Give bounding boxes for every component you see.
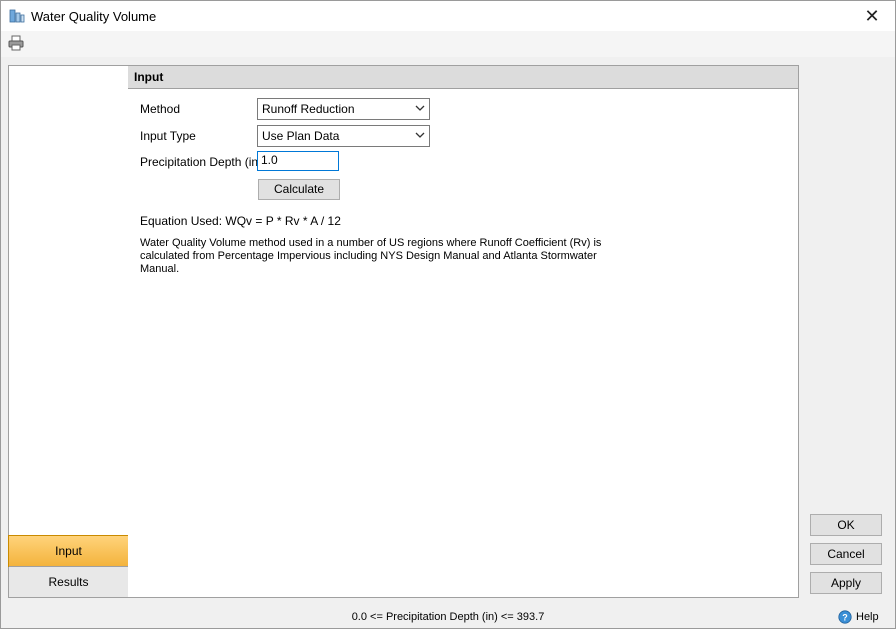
method-dropdown[interactable]: Runoff Reduction bbox=[257, 98, 430, 120]
precipitation-depth-input[interactable] bbox=[258, 152, 335, 168]
toolbar bbox=[1, 31, 895, 57]
method-value: Runoff Reduction bbox=[262, 102, 355, 116]
panel-title: Input bbox=[134, 70, 164, 84]
sidebar: Input Results bbox=[8, 65, 129, 598]
input-type-label: Input Type bbox=[140, 129, 196, 143]
cancel-button[interactable]: Cancel bbox=[810, 543, 882, 565]
method-description: Water Quality Volume method used in a nu… bbox=[140, 237, 602, 275]
input-type-value: Use Plan Data bbox=[262, 129, 340, 143]
panel-header: Input bbox=[128, 66, 798, 89]
input-panel: Input Method Runoff Reduction Input Type… bbox=[128, 65, 799, 598]
method-label: Method bbox=[140, 102, 181, 116]
calculate-button[interactable]: Calculate bbox=[258, 179, 340, 200]
sidebar-item-input[interactable]: Input bbox=[8, 535, 129, 567]
close-button[interactable]: ✕ bbox=[849, 1, 895, 31]
title-bar: Water Quality Volume ✕ bbox=[1, 1, 895, 31]
chevron-down-icon bbox=[415, 132, 425, 138]
equation-text: Equation Used: WQv = P * Rv * A / 12 bbox=[140, 214, 341, 228]
input-type-dropdown[interactable]: Use Plan Data bbox=[257, 125, 430, 147]
help-icon: ? bbox=[838, 610, 852, 624]
print-icon[interactable] bbox=[7, 35, 25, 51]
status-text: 0.0 <= Precipitation Depth (in) <= 393.7 bbox=[351, 611, 545, 623]
ok-button[interactable]: OK bbox=[810, 514, 882, 536]
chevron-down-icon bbox=[415, 105, 425, 111]
apply-button[interactable]: Apply bbox=[810, 572, 882, 594]
svg-text:?: ? bbox=[842, 613, 848, 623]
help-label: Help bbox=[856, 611, 879, 623]
window-title: Water Quality Volume bbox=[31, 9, 157, 24]
precipitation-depth-label: Precipitation Depth (in) bbox=[140, 155, 263, 169]
close-icon: ✕ bbox=[864, 6, 880, 26]
water-quality-app-icon bbox=[9, 9, 25, 23]
precipitation-depth-field[interactable] bbox=[257, 151, 339, 171]
sidebar-item-results[interactable]: Results bbox=[9, 566, 128, 597]
